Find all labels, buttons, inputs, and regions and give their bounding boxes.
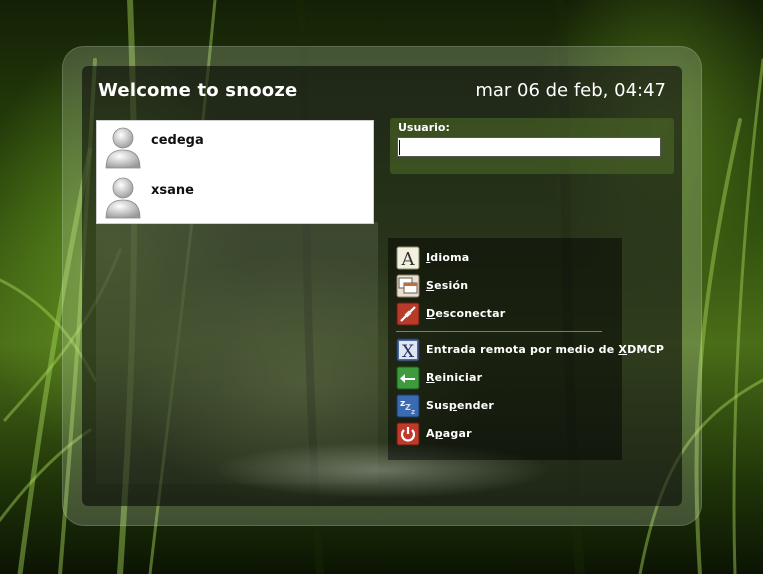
menu-separator (396, 331, 602, 332)
suspend-icon: z Z z (396, 394, 420, 418)
menu-item-idioma[interactable]: A Idioma (396, 246, 676, 270)
menu-item-apagar[interactable]: Apagar (396, 422, 676, 446)
language-icon: A (396, 246, 420, 270)
user-list-background (96, 222, 378, 484)
svg-text:X: X (402, 342, 415, 362)
user-item-xsane[interactable]: xsane (101, 173, 369, 221)
username-input[interactable] (397, 137, 661, 157)
username-label: Usuario: (398, 121, 450, 134)
clock: mar 06 de feb, 04:47 (475, 80, 666, 101)
svg-text:A: A (401, 249, 416, 270)
menu-label: Sesión (426, 279, 469, 292)
user-name: xsane (151, 183, 194, 198)
user-list: cedega xsane (96, 120, 374, 224)
menu-label: Reiniciar (426, 371, 483, 384)
user-name: cedega (151, 133, 204, 148)
disconnect-icon (396, 302, 420, 326)
session-icon (396, 274, 420, 298)
restart-icon (396, 366, 420, 390)
menu-label: Desconectar (426, 307, 506, 320)
menu-label: Suspender (426, 399, 495, 412)
user-avatar-icon (105, 127, 141, 169)
menu-item-sesion[interactable]: Sesión (396, 274, 676, 298)
menu-label: Idioma (426, 251, 470, 264)
svg-text:z: z (411, 408, 415, 416)
user-item-cedega[interactable]: cedega (101, 123, 369, 171)
user-avatar-icon (105, 177, 141, 219)
welcome-title: Welcome to snooze (98, 80, 298, 101)
menu-item-suspender[interactable]: z Z z Suspender (396, 394, 676, 418)
remote-login-icon: X (396, 338, 420, 362)
menu-item-desconectar[interactable]: Desconectar (396, 302, 676, 326)
text-caret (399, 140, 400, 155)
menu-item-xdmcp[interactable]: X Entrada remota por medio de XDMCP (396, 338, 676, 362)
menu-label: Entrada remota por medio de XDMCP (426, 343, 665, 356)
menu-label: Apagar (426, 427, 472, 440)
menu-item-reiniciar[interactable]: Reiniciar (396, 366, 676, 390)
power-icon (396, 422, 420, 446)
